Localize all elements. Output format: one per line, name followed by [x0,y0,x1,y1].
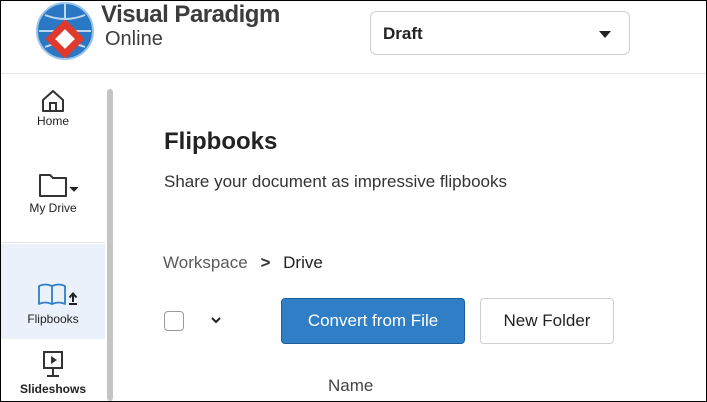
home-icon [1,86,105,114]
workspace-select-value: Draft [383,24,423,43]
book-icon [1,280,105,312]
sidebar-item-my-drive[interactable]: My Drive [1,167,105,227]
brand-name: Visual Paradigm [101,1,280,28]
new-folder-button[interactable]: New Folder [480,298,614,344]
column-header-name[interactable]: Name [328,376,373,396]
caret-down-icon [599,31,611,38]
main-content: Flipbooks Share your document as impress… [116,74,706,401]
folder-icon [1,167,105,201]
breadcrumb-current: Drive [283,253,323,272]
page-title: Flipbooks [164,128,278,155]
sidebar-item-home[interactable]: Home [1,86,105,146]
top-header: Visual Paradigm Online Draft [1,1,706,74]
sidebar-item-label: Home [36,114,69,128]
chevron-down-icon [211,317,221,324]
sidebar-divider [1,242,105,243]
breadcrumb-workspace-link[interactable]: Workspace [163,253,248,272]
workspace-select[interactable]: Draft [370,11,630,55]
sidebar-item-label: Flipbooks [27,312,79,326]
slideshow-icon [1,350,105,382]
brand-subname: Online [105,28,163,50]
app-window: Visual Paradigm Online Draft Home My Dri… [0,0,707,402]
visual-paradigm-logo[interactable] [31,1,111,61]
chevron-right-icon: > [260,253,271,272]
sidebar-item-flipbooks[interactable]: Flipbooks [1,244,105,339]
page-subtitle: Share your document as impressive flipbo… [164,172,507,191]
sidebar-item-label: Slideshows [19,382,87,396]
sidebar-item-slideshows[interactable]: Slideshows [1,350,105,401]
select-all-checkbox[interactable] [164,311,184,331]
sidebar: Home My Drive Flipbooks Slideshows [1,74,105,401]
sidebar-scrollbar[interactable] [107,89,113,401]
convert-from-file-button[interactable]: Convert from File [281,298,465,344]
select-options-dropdown[interactable] [210,312,222,328]
sidebar-item-label: My Drive [29,201,77,215]
breadcrumb: Workspace > Drive [163,253,323,273]
